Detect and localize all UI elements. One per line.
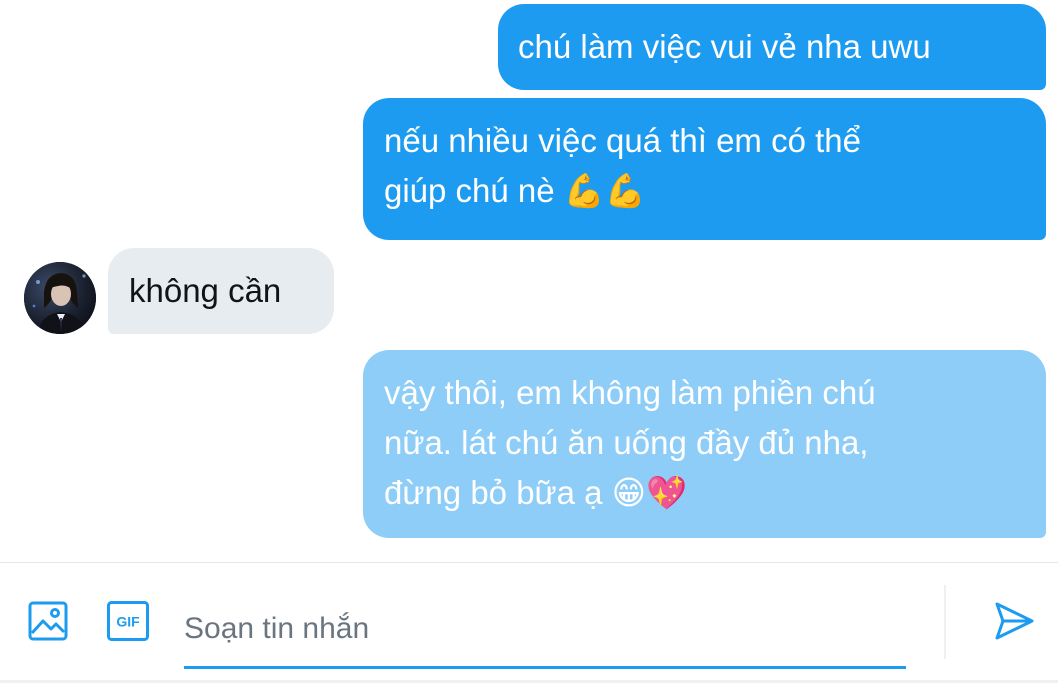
sent-message-bubble[interactable]: chú làm việc vui vẻ nha uwu [498,4,1046,90]
gif-label: GIF [116,614,140,630]
sending-message-bubble[interactable]: vậy thôi, em không làm phiền chú nữa. lá… [363,350,1046,538]
message-input[interactable] [184,593,906,665]
message-text-line: nếu nhiều việc quá thì em có thể [384,122,861,159]
received-message-bubble[interactable]: không cần [108,248,334,334]
dm-conversation: chú làm việc vui vẻ nha uwu nếu nhiều vi… [0,0,1058,683]
gif-icon: GIF [107,601,149,641]
image-icon [28,601,68,641]
message-text-line: vậy thôi, em không làm phiền chú [384,374,876,411]
avatar-image [24,262,96,334]
message-text-line: nữa. lát chú ăn uống đầy đủ nha, [384,424,869,461]
send-icon [995,602,1034,640]
send-button[interactable] [990,597,1038,645]
message-text-line: giúp chú nè 💪💪 [384,172,646,209]
add-media-button[interactable] [24,597,72,645]
contact-avatar[interactable] [24,262,96,334]
message-text-line: đừng bỏ bữa ạ 😁💖 [384,474,688,511]
input-focus-underline [184,666,906,669]
composer-divider [944,585,946,659]
message-thread: chú làm việc vui vẻ nha uwu nếu nhiều vi… [0,0,1058,562]
add-gif-button[interactable]: GIF [104,597,152,645]
sent-message-bubble[interactable]: nếu nhiều việc quá thì em có thể giúp ch… [363,98,1046,240]
message-text-line: không cần [129,272,282,309]
message-text-line: chú làm việc vui vẻ nha uwu [518,28,931,65]
message-input-wrapper [184,593,906,669]
message-composer: GIF [0,562,1058,683]
